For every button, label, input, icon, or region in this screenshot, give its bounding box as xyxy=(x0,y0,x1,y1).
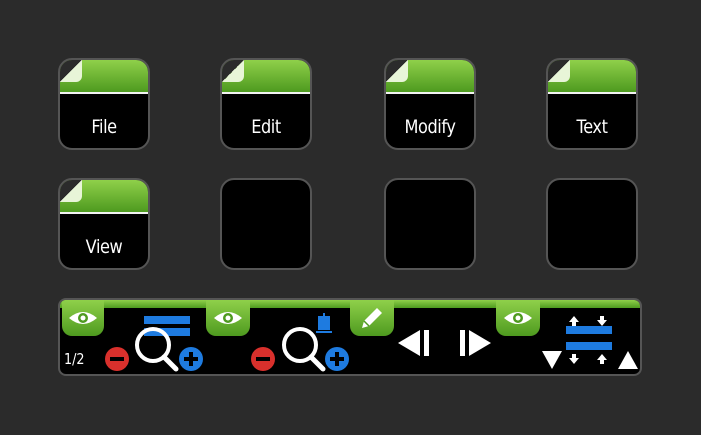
pencil-icon xyxy=(362,308,382,328)
eye-icon xyxy=(504,312,532,324)
segment-tab-3[interactable] xyxy=(350,300,394,336)
step-backward-icon[interactable] xyxy=(394,326,434,360)
key-label: View xyxy=(85,236,123,258)
touch-strip[interactable]: 1/2 xyxy=(58,298,642,376)
zoom-in-icon[interactable] xyxy=(324,346,350,372)
key-label: Edit xyxy=(251,116,281,138)
page-indicator: 1/2 xyxy=(64,350,85,368)
zoom-out-icon[interactable] xyxy=(250,346,276,372)
key-edit[interactable]: Edit xyxy=(220,58,312,150)
segment-tab-2[interactable] xyxy=(206,300,250,336)
decrease-triangle-icon[interactable] xyxy=(540,348,566,372)
segment-tab-4[interactable] xyxy=(496,300,540,336)
zoom-out-icon[interactable] xyxy=(104,346,130,372)
eye-icon xyxy=(214,312,242,324)
segment-tab-1[interactable] xyxy=(62,300,104,336)
key-empty-3[interactable] xyxy=(546,178,638,270)
key-empty-1[interactable] xyxy=(220,178,312,270)
key-label: Text xyxy=(576,116,608,138)
increase-triangle-icon[interactable] xyxy=(616,348,642,372)
step-forward-icon[interactable] xyxy=(456,326,496,360)
key-label: Modify xyxy=(404,116,456,138)
key-file[interactable]: File xyxy=(58,58,150,150)
key-text[interactable]: Text xyxy=(546,58,638,150)
key-modify[interactable]: Modify xyxy=(384,58,476,150)
zoom-in-icon[interactable] xyxy=(178,346,204,372)
key-view[interactable]: View xyxy=(58,178,150,270)
key-label: File xyxy=(91,116,117,138)
eye-icon xyxy=(69,312,97,324)
key-empty-2[interactable] xyxy=(384,178,476,270)
